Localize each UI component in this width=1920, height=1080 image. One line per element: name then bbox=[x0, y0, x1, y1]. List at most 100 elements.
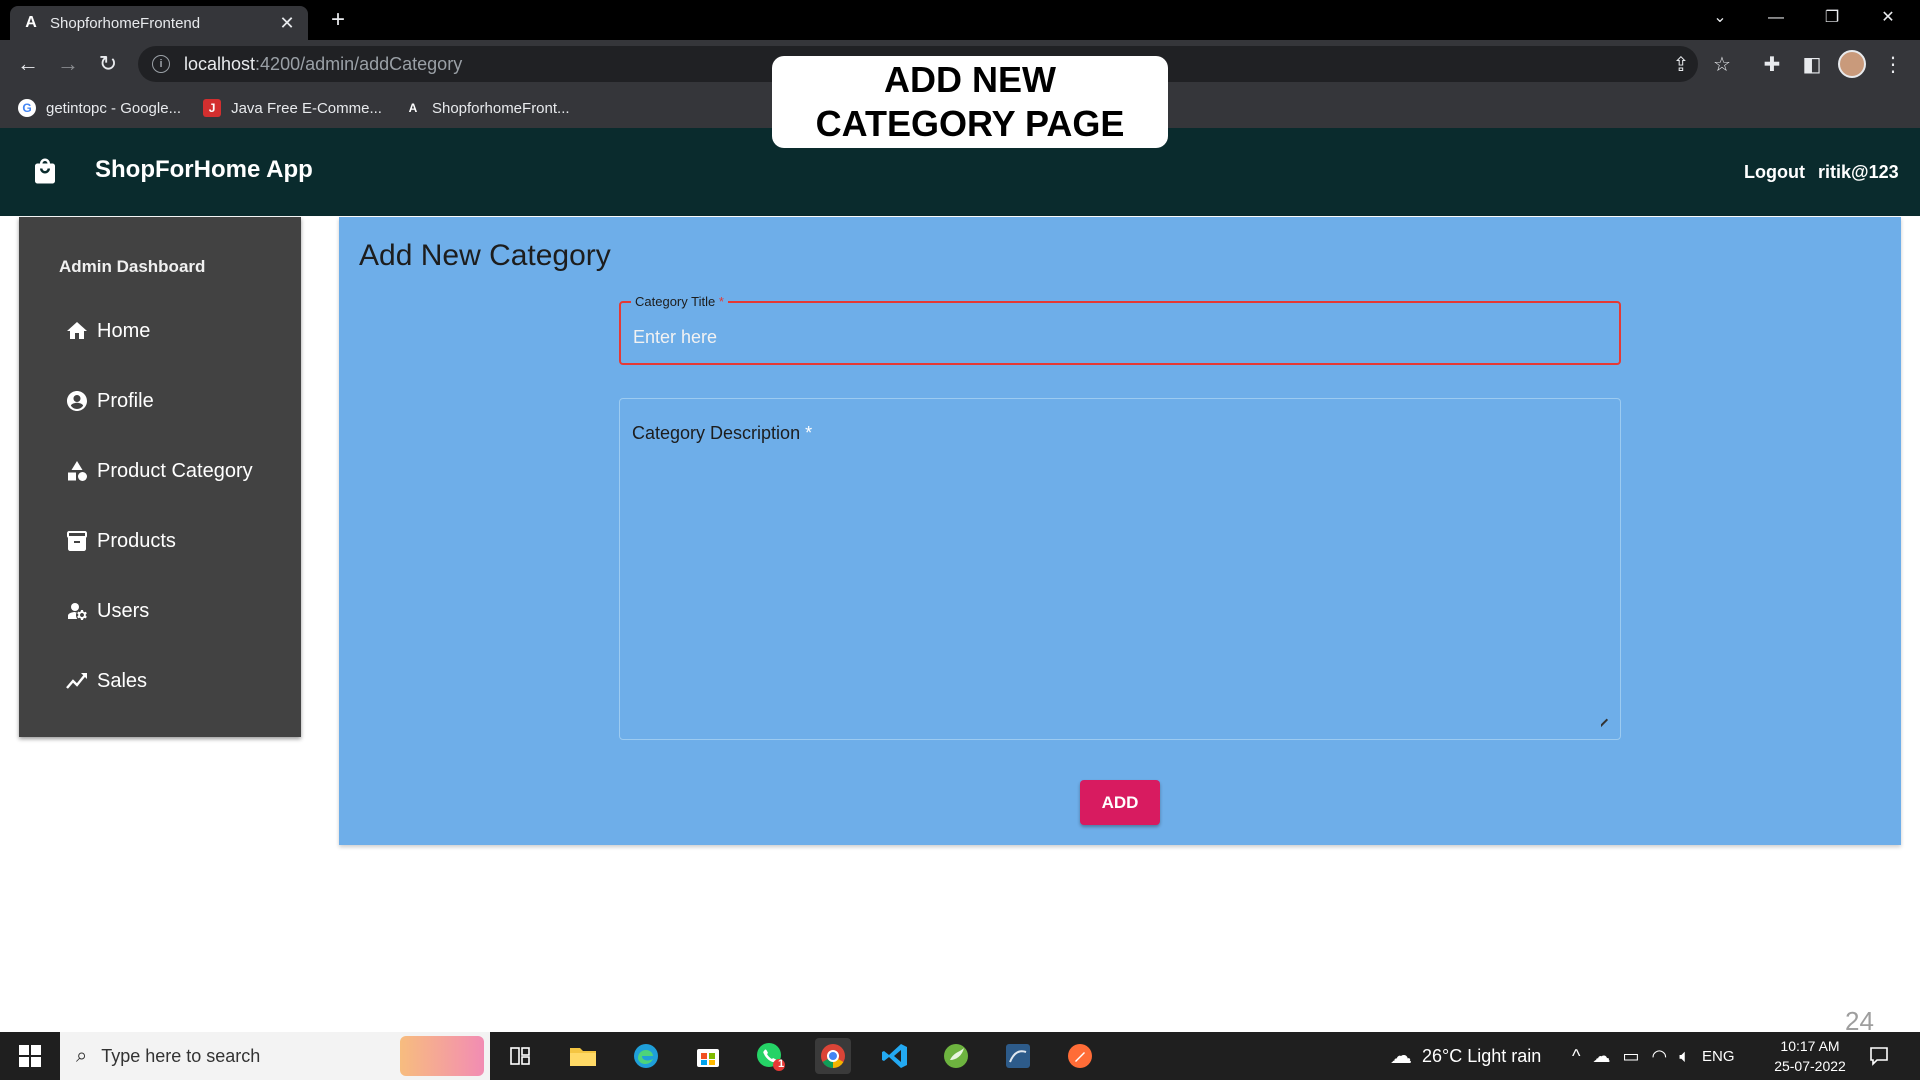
battery-icon[interactable]: ▭ bbox=[1622, 1046, 1639, 1067]
sidebar-item-label: Products bbox=[97, 529, 176, 552]
chrome-icon[interactable] bbox=[815, 1038, 851, 1074]
bookmark-item[interactable]: A ShopforhomeFront... bbox=[404, 99, 570, 117]
sidebar-item-products[interactable]: Products bbox=[65, 526, 176, 556]
cloud-rain-icon: ☁ bbox=[1390, 1043, 1412, 1068]
close-window-icon[interactable]: ✕ bbox=[1862, 0, 1914, 36]
new-tab-button[interactable]: + bbox=[324, 6, 352, 34]
side-panel-icon[interactable]: ◧ bbox=[1799, 52, 1825, 78]
browser-menu-icon[interactable]: ⋮ bbox=[1880, 52, 1906, 78]
inventory-icon bbox=[67, 531, 87, 551]
sidebar-item-label: Users bbox=[97, 599, 150, 622]
taskbar-clock[interactable]: 10:17 AM 25-07-2022 bbox=[1760, 1036, 1860, 1076]
sidebar-item-label: Product Category bbox=[97, 459, 253, 482]
category-description-label: Category Description * bbox=[632, 423, 813, 443]
clock-date: 25-07-2022 bbox=[1774, 1058, 1846, 1074]
wifi-icon[interactable]: ◠ bbox=[1651, 1046, 1667, 1067]
sidebar-item-profile[interactable]: Profile bbox=[65, 386, 154, 416]
extensions-icon[interactable]: ✚ bbox=[1759, 52, 1785, 78]
postman-icon[interactable] bbox=[1062, 1038, 1098, 1074]
onedrive-icon[interactable]: ☁ bbox=[1592, 1046, 1610, 1067]
category-description-textarea[interactable] bbox=[632, 455, 1602, 725]
minimize-icon[interactable]: — bbox=[1750, 0, 1802, 36]
bookmark-item[interactable]: J Java Free E-Comme... bbox=[203, 99, 382, 117]
show-hidden-icons-icon[interactable]: ^ bbox=[1572, 1046, 1580, 1067]
app-brand-title[interactable]: ShopForHome App bbox=[95, 156, 313, 184]
tab-search-icon[interactable]: ⌄ bbox=[1694, 0, 1746, 36]
weather-text: 26°C Light rain bbox=[1422, 1045, 1542, 1066]
spring-tool-suite-icon[interactable] bbox=[938, 1038, 974, 1074]
caption-line-2: CATEGORY PAGE bbox=[815, 103, 1125, 144]
share-icon[interactable]: ⇪ bbox=[1668, 52, 1694, 78]
sidebar-item-home[interactable]: Home bbox=[65, 316, 150, 346]
weather-widget[interactable]: ☁ 26°C Light rain bbox=[1390, 1032, 1541, 1080]
sidebar-item-label: Profile bbox=[97, 389, 154, 412]
category-icon bbox=[68, 461, 87, 481]
account-circle-icon bbox=[67, 391, 87, 411]
bookmark-item[interactable]: G getintopc - Google... bbox=[18, 99, 181, 117]
mysql-workbench-icon[interactable] bbox=[1000, 1038, 1036, 1074]
windows-taskbar: ⌕ Type here to search 1 ☁ 26°C Light rai… bbox=[0, 1032, 1920, 1080]
bookmark-label: Java Free E-Comme... bbox=[231, 99, 382, 117]
page-caption-overlay: ADD NEW CATEGORY PAGE bbox=[772, 56, 1168, 148]
sidebar-item-users[interactable]: Users bbox=[65, 596, 149, 626]
google-icon: G bbox=[18, 99, 36, 117]
search-icon: ⌕ bbox=[76, 1044, 88, 1067]
sidebar-item-label: Sales bbox=[97, 669, 148, 692]
page-title: Add New Category bbox=[359, 239, 611, 272]
manage-accounts-icon bbox=[68, 603, 87, 620]
sidebar-item-label: Home bbox=[97, 319, 151, 342]
microsoft-store-icon[interactable] bbox=[690, 1038, 726, 1074]
restore-icon[interactable]: ❐ bbox=[1806, 0, 1858, 36]
category-title-field[interactable]: Category Title * bbox=[619, 294, 1621, 365]
file-explorer-icon[interactable] bbox=[565, 1038, 601, 1074]
whatsapp-icon[interactable]: 1 bbox=[752, 1038, 788, 1074]
add-category-button[interactable]: ADD bbox=[1080, 780, 1160, 825]
sidebar-item-product-category[interactable]: Product Category bbox=[65, 456, 253, 486]
sidebar-item-sales[interactable]: Sales bbox=[65, 666, 147, 696]
required-marker: * bbox=[805, 423, 813, 443]
shopping-bag-icon[interactable] bbox=[30, 156, 60, 186]
edge-browser-icon[interactable] bbox=[628, 1038, 664, 1074]
search-highlight-image bbox=[400, 1036, 484, 1076]
language-indicator[interactable]: ENG bbox=[1702, 1048, 1735, 1065]
clock-time: 10:17 AM bbox=[1780, 1038, 1840, 1054]
bookmark-star-icon[interactable]: ☆ bbox=[1709, 52, 1735, 78]
trending-up-icon bbox=[66, 673, 87, 689]
forward-icon[interactable]: → bbox=[54, 50, 82, 78]
caption-line-1: ADD NEW bbox=[884, 59, 1056, 100]
required-marker: * bbox=[718, 294, 724, 309]
taskbar-search-box[interactable]: ⌕ Type here to search bbox=[60, 1032, 490, 1080]
site-info-icon[interactable]: i bbox=[152, 55, 170, 73]
category-title-input[interactable] bbox=[633, 323, 1593, 351]
java-icon: J bbox=[203, 99, 222, 117]
tray-icons: ^ ☁ ▭ ◠ 🔈︎ ENG bbox=[1572, 1032, 1735, 1080]
vscode-icon[interactable] bbox=[877, 1038, 913, 1074]
volume-icon[interactable]: 🔈︎ bbox=[1679, 1046, 1690, 1067]
browser-tab-bar: A ShopforhomeFrontend ✕ + ⌄ — ❐ ✕ bbox=[0, 0, 1920, 40]
browser-profile-avatar[interactable] bbox=[1838, 50, 1866, 78]
angular-icon: A bbox=[25, 14, 37, 31]
sidebar-title: Admin Dashboard bbox=[59, 257, 206, 276]
angular-icon: A bbox=[408, 101, 418, 115]
windows-start-button[interactable] bbox=[0, 1032, 60, 1080]
windows-logo-icon bbox=[19, 1045, 41, 1067]
username-link[interactable]: ritik@123 bbox=[1818, 162, 1899, 183]
tab-title: ShopforhomeFrontend bbox=[50, 14, 201, 32]
bookmark-label: getintopc - Google... bbox=[46, 99, 182, 117]
task-view-icon[interactable] bbox=[502, 1038, 538, 1074]
url-host: localhost bbox=[184, 53, 256, 74]
url-path: :4200/admin/addCategory bbox=[255, 53, 463, 74]
admin-sidebar: Admin Dashboard Home Profile Product Cat… bbox=[19, 217, 301, 737]
logout-link[interactable]: Logout bbox=[1744, 162, 1805, 183]
category-description-field[interactable]: Category Description * bbox=[619, 398, 1621, 740]
reload-icon[interactable]: ↻ bbox=[94, 50, 122, 78]
browser-tab[interactable]: A ShopforhomeFrontend ✕ bbox=[10, 6, 308, 40]
close-tab-icon[interactable]: ✕ bbox=[278, 13, 296, 34]
search-placeholder: Type here to search bbox=[101, 1045, 261, 1066]
home-icon bbox=[67, 322, 87, 339]
notification-icon[interactable] bbox=[1868, 1032, 1890, 1080]
whatsapp-badge: 1 bbox=[778, 1058, 785, 1070]
add-category-card: Add New Category Category Title * Catego… bbox=[339, 217, 1901, 845]
back-icon[interactable]: ← bbox=[14, 50, 42, 78]
category-title-label: Category Title * bbox=[631, 294, 728, 309]
